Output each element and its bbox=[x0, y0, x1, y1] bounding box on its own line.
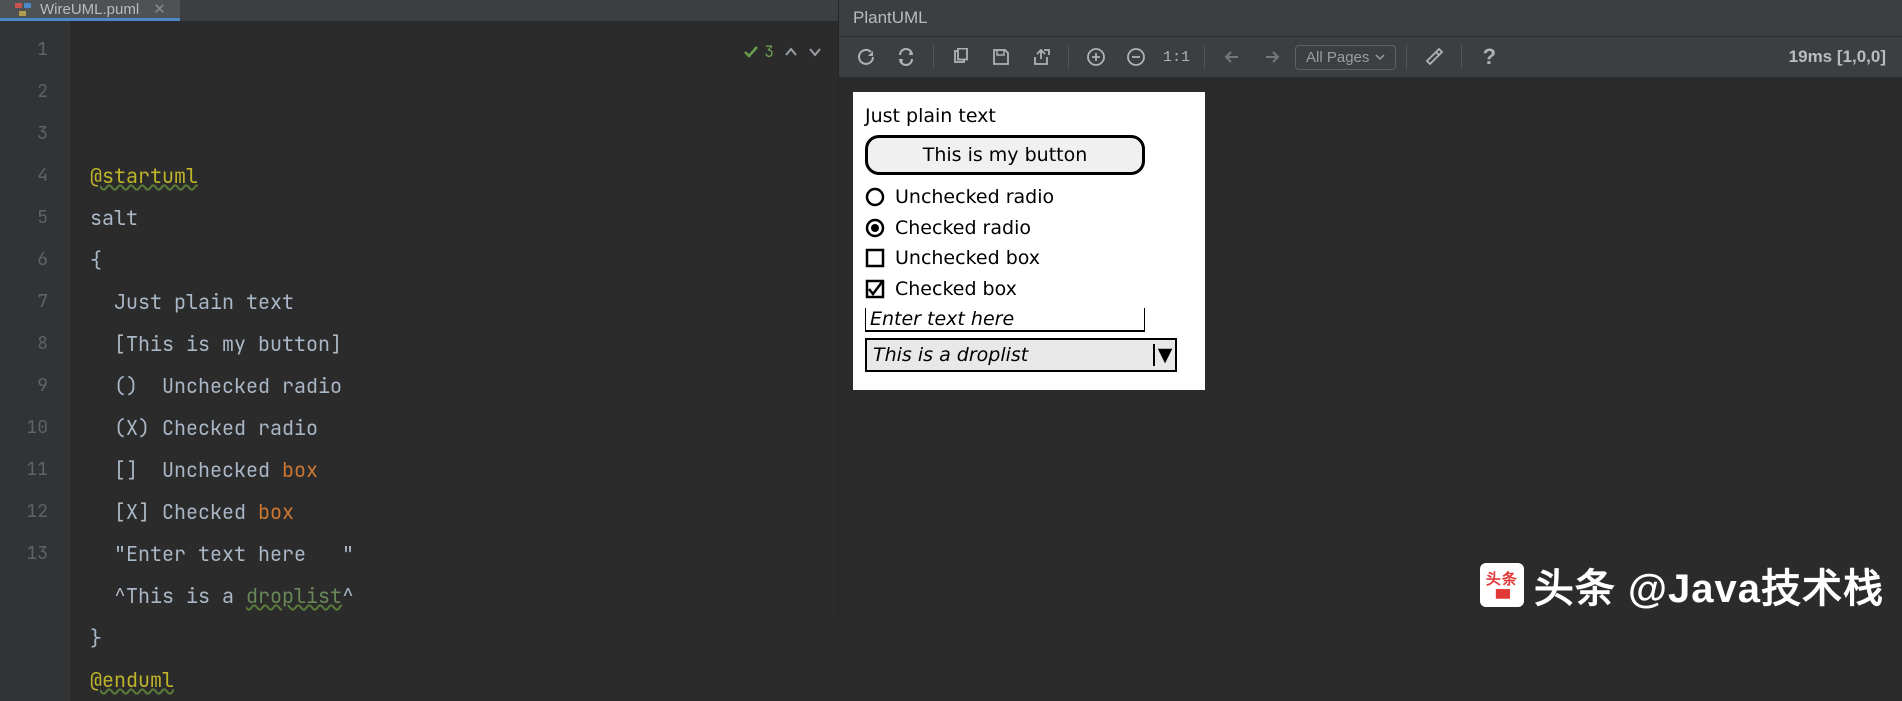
code-line: ^This is a droplist^ bbox=[90, 575, 838, 617]
tab-filename: WireUML.puml bbox=[40, 1, 139, 18]
salt-button[interactable]: This is my button bbox=[865, 135, 1145, 176]
watermark-text: 头条 @Java技术栈 bbox=[1534, 556, 1884, 614]
plantuml-file-icon bbox=[14, 0, 32, 18]
code-line: (X) Checked radio bbox=[90, 407, 838, 449]
refresh-icon[interactable] bbox=[849, 42, 883, 72]
salt-checkbox-unchecked[interactable]: Unchecked box bbox=[865, 244, 1193, 273]
code-line: "Enter text here " bbox=[90, 533, 838, 575]
prev-page-icon[interactable] bbox=[1215, 42, 1249, 72]
preview-toolbar: 1:1 All Pages ? 19ms [1,0,0] bbox=[839, 36, 1902, 78]
checkbox-unchecked-icon bbox=[865, 248, 885, 268]
radio-unchecked-icon bbox=[865, 187, 885, 207]
next-page-icon[interactable] bbox=[1255, 42, 1289, 72]
pages-label: All Pages bbox=[1306, 49, 1369, 66]
help-icon[interactable]: ? bbox=[1472, 42, 1506, 72]
zoom-reset[interactable]: 1:1 bbox=[1159, 42, 1194, 72]
code-line: [] Unchecked box bbox=[90, 449, 838, 491]
render-timing: 19ms [1,0,0] bbox=[1789, 47, 1892, 67]
tab-bar: WireUML.puml ✕ bbox=[0, 0, 838, 21]
watermark: 头条 ▮▮▮ 头条 @Java技术栈 bbox=[1480, 556, 1884, 614]
copy-icon[interactable] bbox=[944, 42, 978, 72]
save-icon[interactable] bbox=[984, 42, 1018, 72]
checkbox-checked-icon bbox=[865, 279, 885, 299]
editor-status: 3 bbox=[742, 31, 822, 73]
checkmark-icon bbox=[742, 43, 760, 61]
salt-wireframe: Just plain text This is my button Unchec… bbox=[853, 92, 1205, 390]
salt-plain-text: Just plain text bbox=[865, 102, 1193, 131]
watermark-logo-icon: 头条 ▮▮▮ bbox=[1480, 563, 1524, 607]
code-line: [This is my button] bbox=[90, 323, 838, 365]
salt-checkbox-checked[interactable]: Checked box bbox=[865, 275, 1193, 304]
sync-icon[interactable] bbox=[889, 42, 923, 72]
code-line: @enduml bbox=[90, 659, 838, 701]
code-line: [X] Checked box bbox=[90, 491, 838, 533]
line-gutter: 12345678910111213 bbox=[0, 21, 70, 701]
code-line: @startuml bbox=[90, 155, 838, 197]
salt-droplist[interactable]: This is a droplist ▼ bbox=[865, 338, 1177, 373]
inspection-badge[interactable]: 3 bbox=[742, 31, 774, 73]
editor-pane: WireUML.puml ✕ 12345678910111213 3 @star… bbox=[0, 0, 838, 622]
chevron-up-icon[interactable] bbox=[784, 45, 798, 59]
dropdown-arrow-icon: ▼ bbox=[1153, 344, 1175, 366]
code-line: Just plain text bbox=[90, 281, 838, 323]
export-icon[interactable] bbox=[1024, 42, 1058, 72]
chevron-down-icon[interactable] bbox=[808, 45, 822, 59]
close-icon[interactable]: ✕ bbox=[153, 0, 166, 18]
preview-pane: PlantUML 1:1 All Pages ? 19ms [1,0,0] Ju… bbox=[838, 0, 1902, 622]
preview-canvas: Just plain text This is my button Unchec… bbox=[839, 78, 1902, 622]
editor-body: 12345678910111213 3 @startumlsalt{ Just … bbox=[0, 21, 838, 701]
code-line: { bbox=[90, 239, 838, 281]
file-tab[interactable]: WireUML.puml ✕ bbox=[0, 0, 180, 21]
salt-text-input[interactable] bbox=[865, 308, 1145, 332]
code-line: () Unchecked radio bbox=[90, 365, 838, 407]
code-area[interactable]: 3 @startumlsalt{ Just plain text [This i… bbox=[70, 21, 838, 701]
zoom-out-icon[interactable] bbox=[1119, 42, 1153, 72]
radio-checked-icon bbox=[865, 218, 885, 238]
salt-radio-unchecked[interactable]: Unchecked radio bbox=[865, 183, 1193, 212]
code-line: } bbox=[90, 617, 838, 659]
preview-title: PlantUML bbox=[839, 0, 1902, 36]
zoom-in-icon[interactable] bbox=[1079, 42, 1113, 72]
salt-radio-checked[interactable]: Checked radio bbox=[865, 214, 1193, 243]
inspection-count: 3 bbox=[764, 31, 774, 73]
chevron-down-icon bbox=[1375, 52, 1385, 62]
code-line: salt bbox=[90, 197, 838, 239]
pages-dropdown[interactable]: All Pages bbox=[1295, 45, 1396, 70]
settings-icon[interactable] bbox=[1417, 42, 1451, 72]
